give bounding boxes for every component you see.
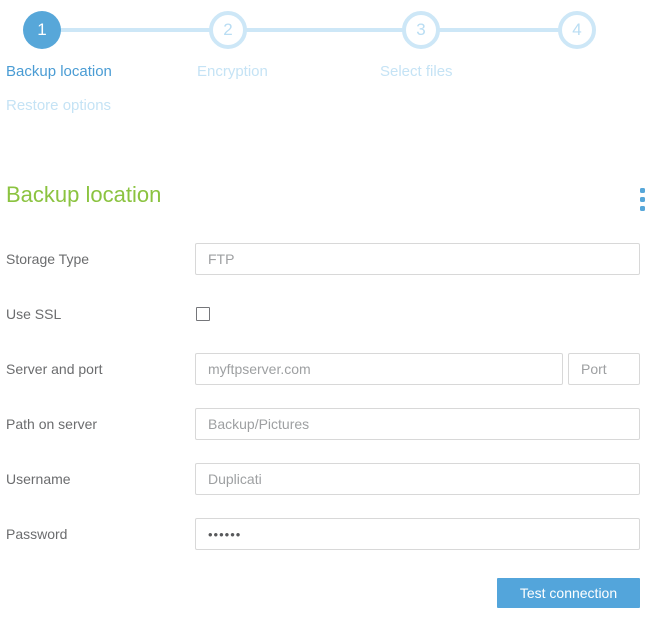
server-port-row: Server and port bbox=[6, 353, 640, 385]
password-row: Password bbox=[6, 518, 640, 550]
use-ssl-label: Use SSL bbox=[6, 306, 62, 322]
kebab-menu-icon[interactable] bbox=[638, 186, 647, 213]
footer-actions: Test connection bbox=[6, 578, 640, 608]
step-number: 2 bbox=[223, 20, 233, 39]
step-label-backup-location[interactable]: Backup location bbox=[6, 63, 112, 80]
kebab-dot bbox=[640, 206, 645, 211]
kebab-dot bbox=[640, 197, 645, 202]
step-number: 3 bbox=[416, 20, 426, 39]
backup-location-form: Storage Type Use SSL Server and port Pat… bbox=[6, 243, 640, 550]
port-input[interactable] bbox=[568, 353, 640, 385]
storage-type-row: Storage Type bbox=[6, 243, 640, 275]
step-circle-3[interactable]: 3 bbox=[402, 11, 440, 49]
use-ssl-checkbox[interactable] bbox=[196, 307, 210, 321]
path-input[interactable] bbox=[195, 408, 640, 440]
storage-type-input[interactable] bbox=[195, 243, 640, 275]
step-label-select-files[interactable]: Select files bbox=[380, 63, 453, 80]
username-input[interactable] bbox=[195, 463, 640, 495]
server-input[interactable] bbox=[195, 353, 563, 385]
password-label: Password bbox=[6, 526, 68, 542]
page-title: Backup location bbox=[6, 182, 162, 207]
username-row: Username bbox=[6, 463, 640, 495]
path-row: Path on server bbox=[6, 408, 640, 440]
test-connection-button[interactable]: Test connection bbox=[497, 578, 640, 608]
use-ssl-row: Use SSL bbox=[6, 298, 640, 330]
step-circle-2[interactable]: 2 bbox=[209, 11, 247, 49]
section-header: Backup location bbox=[6, 182, 645, 220]
kebab-dot bbox=[640, 188, 645, 193]
storage-type-label: Storage Type bbox=[6, 251, 90, 267]
step-circle-1[interactable]: 1 bbox=[23, 11, 61, 49]
step-label-encryption[interactable]: Encryption bbox=[197, 63, 268, 80]
step-circle-4[interactable]: 4 bbox=[558, 11, 596, 49]
stepper-connector-line bbox=[42, 28, 577, 32]
username-label: Username bbox=[6, 471, 71, 487]
password-input[interactable] bbox=[195, 518, 640, 550]
path-label: Path on server bbox=[6, 416, 98, 432]
step-label-restore-options[interactable]: Restore options bbox=[6, 97, 111, 114]
step-number: 4 bbox=[572, 20, 582, 39]
step-number: 1 bbox=[37, 20, 47, 39]
wizard-stepper: 1 2 3 4 Backup location Encryption Selec… bbox=[0, 0, 657, 130]
server-port-label: Server and port bbox=[6, 361, 103, 377]
